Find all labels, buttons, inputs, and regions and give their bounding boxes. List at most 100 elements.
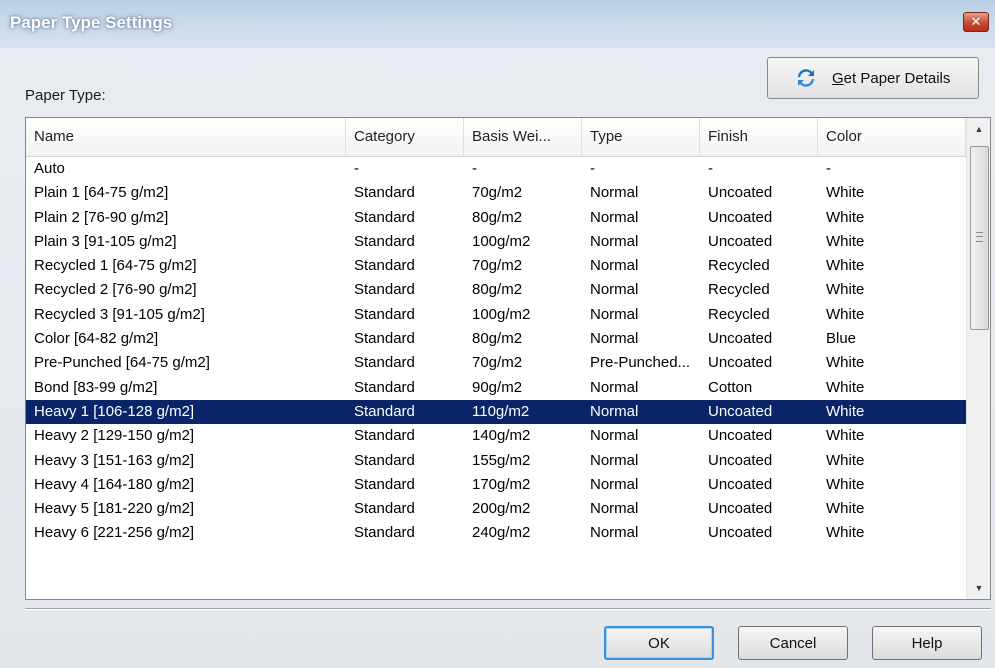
cell-name: Recycled 1 [64-75 g/m2] (34, 257, 197, 275)
divider (25, 608, 991, 610)
cell-basis-weight: 80g/m2 (472, 330, 523, 348)
cell-finish: Cotton (708, 378, 753, 396)
table-row[interactable]: Heavy 2 [129-150 g/m2] Standard 140g/m2 Nor… (26, 424, 966, 448)
paper-type-list[interactable]: Name Category Basis Wei... Type Finish C… (25, 117, 991, 600)
table-row[interactable]: Pre-Punched [64-75 g/m2] Standard 70g/m2 Pr… (26, 351, 966, 375)
help-button[interactable]: Help (872, 626, 982, 660)
cell-category: Standard (354, 281, 415, 299)
cell-color: White (826, 427, 865, 445)
table-row[interactable]: Heavy 5 [181-220 g/m2] Standard 200g/m2 Nor… (26, 497, 966, 521)
cell-finish: Uncoated (708, 451, 773, 469)
cell-name: Heavy 5 [181-220 g/m2] (34, 500, 195, 518)
table-row[interactable]: Plain 1 [64-75 g/m2] Standard 70g/m2 Normal… (26, 181, 966, 205)
cell-category: Standard (354, 402, 415, 420)
cell-basis-weight: 70g/m2 (472, 354, 523, 372)
column-header-category[interactable]: Category (346, 118, 464, 156)
cell-finish: Uncoated (708, 475, 773, 493)
cell-finish: - (708, 160, 713, 177)
cell-category: Standard (354, 330, 415, 348)
cell-category: Standard (354, 427, 415, 445)
cell-name: Recycled 3 [91-105 g/m2] (34, 305, 205, 323)
cell-basis-weight: 200g/m2 (472, 500, 531, 518)
close-button[interactable]: ✕ (963, 12, 989, 32)
cell-color: White (826, 208, 865, 226)
table-row[interactable]: Heavy 1 [106-128 g/m2] Standard 110g/m2 Nor… (26, 399, 966, 425)
cell-color: White (826, 184, 865, 202)
cell-basis-weight: 70g/m2 (472, 184, 523, 202)
cell-type: Normal (590, 281, 639, 299)
cell-color: White (826, 378, 865, 396)
table-row[interactable]: Heavy 3 [151-163 g/m2] Standard 155g/m2 Nor… (26, 449, 966, 473)
column-header-basis-weight[interactable]: Basis Wei... (464, 118, 582, 156)
cell-basis-weight: - (472, 160, 477, 177)
table-row[interactable]: Color [64-82 g/m2] Standard 80g/m2 Normal Un… (26, 327, 966, 351)
list-rows: Auto - - - - - Plain 1 [64-75 g/m2] Standard 70g… (26, 157, 966, 546)
cell-finish: Uncoated (708, 427, 773, 445)
cell-finish: Recycled (708, 281, 770, 299)
cell-color: White (826, 475, 865, 493)
cell-name: Heavy 6 [221-256 g/m2] (34, 524, 195, 542)
close-icon: ✕ (970, 14, 982, 29)
cell-color: White (826, 500, 865, 518)
table-row[interactable]: Heavy 6 [221-256 g/m2] Standard 240g/m2 Nor… (26, 521, 966, 545)
ok-button[interactable]: OK (604, 626, 714, 660)
cell-color: White (826, 257, 865, 275)
table-row[interactable]: Heavy 4 [164-180 g/m2] Standard 170g/m2 Nor… (26, 473, 966, 497)
cell-color: White (826, 305, 865, 323)
cell-basis-weight: 90g/m2 (472, 378, 523, 396)
table-row[interactable]: Bond [83-99 g/m2] Standard 90g/m2 Normal Cot… (26, 376, 966, 400)
table-row[interactable]: Recycled 2 [76-90 g/m2] Standard 80g/m2 Nor… (26, 278, 966, 302)
table-row[interactable]: Plain 3 [91-105 g/m2] Standard 100g/m2 Norm… (26, 230, 966, 254)
cancel-button[interactable]: Cancel (738, 626, 848, 660)
cell-name: Pre-Punched [64-75 g/m2] (34, 354, 210, 372)
vertical-scrollbar[interactable]: ▲ ▼ (966, 118, 990, 599)
cell-color: White (826, 281, 865, 299)
cell-category: Standard (354, 184, 415, 202)
table-row[interactable]: Recycled 1 [64-75 g/m2] Standard 70g/m2 Nor… (26, 254, 966, 278)
cell-color: White (826, 402, 865, 420)
table-row[interactable]: Auto - - - - - (26, 157, 966, 181)
cell-type: Normal (590, 475, 639, 493)
cell-type: Normal (590, 232, 639, 250)
cell-finish: Uncoated (708, 208, 773, 226)
cell-finish: Recycled (708, 257, 770, 275)
scroll-down-button[interactable]: ▼ (967, 577, 990, 599)
title-bar[interactable]: Paper Type Settings ✕ (0, 0, 995, 48)
column-header-color[interactable]: Color (818, 118, 966, 156)
cell-category: Standard (354, 524, 415, 542)
cell-finish: Uncoated (708, 500, 773, 518)
cell-name: Heavy 3 [151-163 g/m2] (34, 451, 195, 469)
cell-type: Pre-Punched... (590, 354, 691, 372)
scroll-thumb[interactable] (970, 146, 989, 330)
grip-icon (976, 232, 983, 242)
arrow-down-icon: ▼ (974, 583, 984, 593)
cell-color: White (826, 451, 865, 469)
scroll-up-button[interactable]: ▲ (967, 118, 990, 140)
cell-type: Normal (590, 524, 639, 542)
table-row[interactable]: Plain 2 [76-90 g/m2] Standard 80g/m2 Normal… (26, 206, 966, 230)
cell-color: White (826, 524, 865, 542)
cell-finish: Uncoated (708, 330, 773, 348)
list-header: Name Category Basis Wei... Type Finish C… (26, 118, 966, 157)
paper-type-settings-dialog: Paper Type Settings ✕ Paper Type: Get Pa… (0, 0, 995, 668)
cell-basis-weight: 240g/m2 (472, 524, 531, 542)
cell-category: Standard (354, 232, 415, 250)
get-paper-details-button[interactable]: Get Paper Details (767, 57, 979, 99)
cell-category: Standard (354, 208, 415, 226)
cell-category: Standard (354, 451, 415, 469)
cell-type: Normal (590, 402, 639, 420)
cell-type: Normal (590, 378, 639, 396)
cell-name: Plain 2 [76-90 g/m2] (34, 208, 169, 226)
column-header-finish[interactable]: Finish (700, 118, 818, 156)
cell-category: Standard (354, 257, 415, 275)
cell-basis-weight: 80g/m2 (472, 208, 523, 226)
cell-finish: Uncoated (708, 232, 773, 250)
cell-name: Plain 1 [64-75 g/m2] (34, 184, 169, 202)
cell-type: Normal (590, 208, 639, 226)
cell-category: Standard (354, 354, 415, 372)
column-header-name[interactable]: Name (26, 118, 346, 156)
cell-name: Color [64-82 g/m2] (34, 330, 159, 348)
cell-finish: Uncoated (708, 402, 773, 420)
column-header-type[interactable]: Type (582, 118, 700, 156)
table-row[interactable]: Recycled 3 [91-105 g/m2] Standard 100g/m2 N… (26, 303, 966, 327)
